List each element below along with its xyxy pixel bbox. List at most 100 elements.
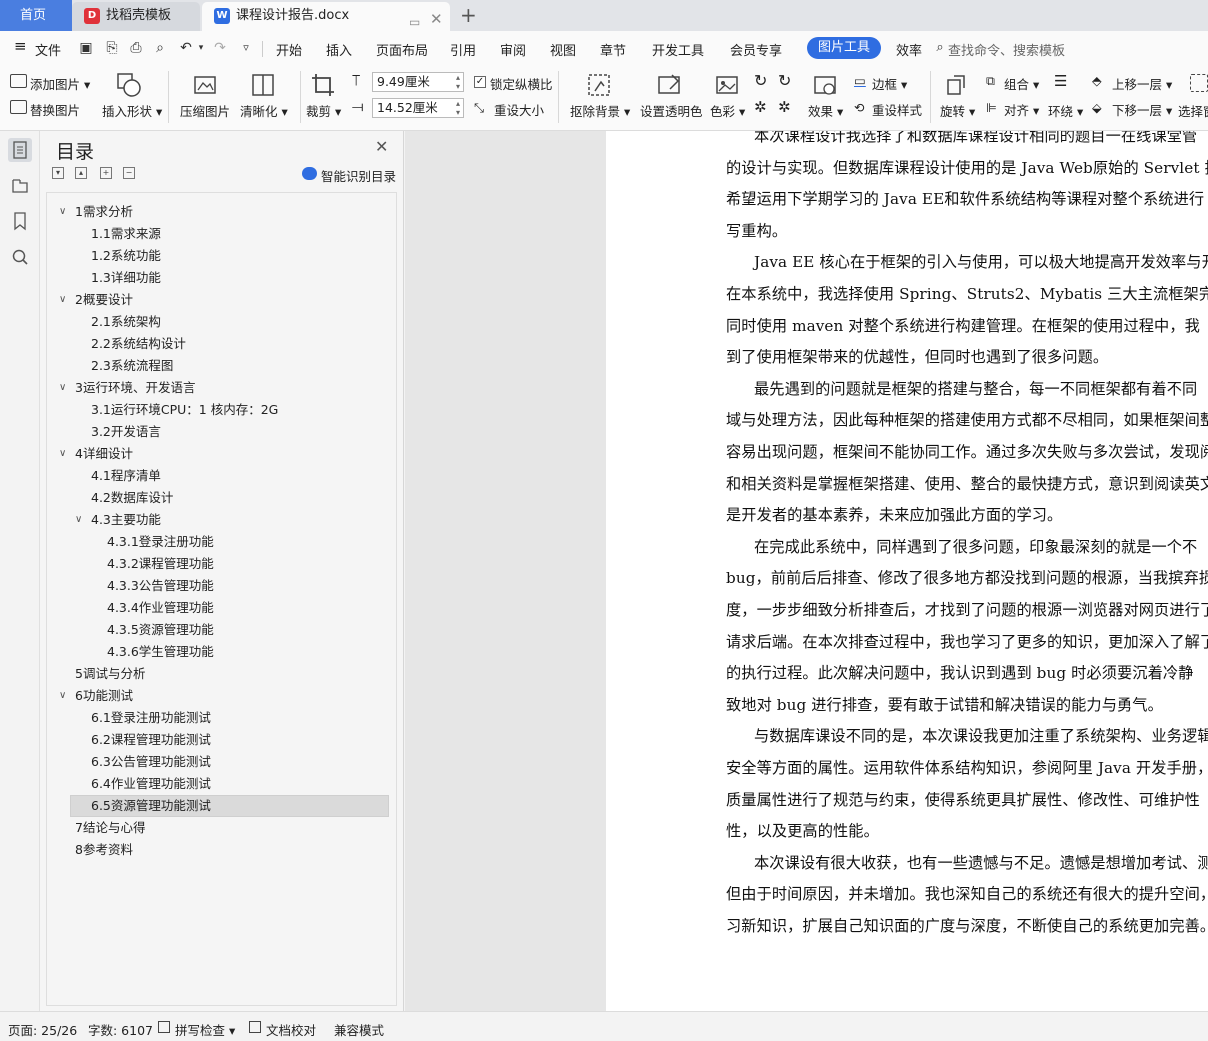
lock-ratio-checkbox[interactable]: ✓ (474, 76, 486, 88)
menu-insert[interactable]: 插入 (326, 40, 352, 59)
wrap-text-button[interactable]: 环绕 ▾ (1048, 101, 1083, 120)
page-indicator[interactable]: 页面: 25/26 (8, 1020, 77, 1039)
new-tab-button[interactable]: + (460, 2, 477, 28)
menu-references[interactable]: 引用 (450, 40, 476, 59)
set-transparent-button[interactable]: 设置透明色 (640, 101, 703, 120)
print-preview-icon[interactable]: ⌕ (152, 40, 168, 56)
send-backward-button[interactable]: 下移一层 ▾ (1112, 100, 1172, 119)
toc-item[interactable]: 6.5资源管理功能测试 (47, 795, 396, 817)
toc-item[interactable]: 6.1登录注册功能测试 (47, 707, 396, 729)
toc-item[interactable]: 7结论与心得 (47, 817, 396, 839)
toc-item[interactable]: 1.2系统功能 (47, 245, 396, 267)
picture-width-input[interactable]: 14.52厘米 ▴ ▾ (372, 98, 464, 118)
chevron-down-icon[interactable]: ∨ (59, 289, 66, 311)
toc-item[interactable]: 4.3.3公告管理功能 (47, 575, 396, 597)
toc-item[interactable]: ∨ 2概要设计 (47, 289, 396, 311)
width-spin-icon[interactable]: ▴ ▾ (456, 99, 460, 117)
toc-item[interactable]: ∨ 4详细设计 (47, 443, 396, 465)
replace-picture-button[interactable]: 替换图片 (30, 100, 80, 119)
toc-item[interactable]: ∨ 3运行环境、开发语言 (47, 377, 396, 399)
brightness-up-icon[interactable]: ✲ (754, 98, 767, 116)
chevron-down-icon[interactable]: ∨ (59, 443, 66, 465)
add-picture-button[interactable]: 添加图片 ▾ (30, 74, 90, 93)
chevron-down-icon[interactable]: ∨ (59, 201, 66, 223)
smart-toc-button[interactable]: 智能识别目录 (302, 166, 396, 185)
tab-document[interactable]: W 课程设计报告.docx ▭ ✕ (202, 2, 450, 31)
chapter-nav-button[interactable] (8, 173, 32, 197)
toc-item[interactable]: 4.3.6学生管理功能 (47, 641, 396, 663)
toc-item[interactable]: 6.4作业管理功能测试 (47, 773, 396, 795)
crop-button[interactable]: 裁剪 ▾ (306, 101, 341, 120)
rotate-button[interactable]: 旋转 ▾ (940, 101, 975, 120)
selection-pane-button[interactable]: 选择窗 (1178, 101, 1208, 120)
close-tab-icon[interactable]: ✕ (430, 6, 443, 33)
rotate-left-icon[interactable]: ↻ (754, 71, 767, 90)
toc-item[interactable]: 3.2开发语言 (47, 421, 396, 443)
customize-qat-icon[interactable]: ▿ (238, 40, 254, 56)
toc-item[interactable]: 6.2课程管理功能测试 (47, 729, 396, 751)
toc-item[interactable]: ∨ 1需求分析 (47, 201, 396, 223)
chevron-down-icon[interactable]: ∨ (59, 377, 66, 399)
toc-item[interactable]: 1.3详细功能 (47, 267, 396, 289)
find-button[interactable] (8, 245, 32, 269)
save-icon[interactable]: ▣ (78, 40, 94, 56)
toc-item[interactable]: 5调试与分析 (47, 663, 396, 685)
picture-height-input[interactable]: 9.49厘米 ▴ ▾ (372, 72, 464, 92)
sharpen-button[interactable]: 清晰化 ▾ (240, 101, 288, 120)
menu-efficiency[interactable]: 效率 (896, 40, 922, 59)
color-button[interactable]: 色彩 ▾ (710, 101, 745, 120)
spell-check-button[interactable]: 拼写检查 ▾ (175, 1020, 235, 1039)
menu-picture-tools[interactable]: 图片工具 (807, 37, 881, 59)
command-search[interactable]: 查找命令、搜索模板 (948, 40, 1065, 59)
toc-item[interactable]: 4.1程序清单 (47, 465, 396, 487)
toc-item[interactable]: 2.2系统结构设计 (47, 333, 396, 355)
height-spin-icon[interactable]: ▴ ▾ (456, 73, 460, 91)
print-icon[interactable]: ⎙ (128, 40, 144, 56)
bookmark-button[interactable] (8, 209, 32, 233)
reset-size-button[interactable]: 重设大小 (494, 100, 544, 119)
toc-item[interactable]: 4.3.5资源管理功能 (47, 619, 396, 641)
effects-button[interactable]: 效果 ▾ (808, 101, 843, 120)
menu-view[interactable]: 视图 (550, 40, 576, 59)
insert-shape-button[interactable]: 插入形状 ▾ (102, 101, 162, 120)
collapse-all-icon[interactable]: ▾ (52, 167, 64, 179)
redo-icon[interactable]: ↷ (212, 40, 228, 56)
toc-item[interactable]: 4.2数据库设计 (47, 487, 396, 509)
rotate-right-icon[interactable]: ↻ (778, 71, 791, 90)
toc-item[interactable]: 2.3系统流程图 (47, 355, 396, 377)
border-button[interactable]: 边框 ▾ (872, 74, 907, 93)
toc-item[interactable]: 2.1系统架构 (47, 311, 396, 333)
toc-item[interactable]: 4.3.4作业管理功能 (47, 597, 396, 619)
compress-picture-button[interactable]: 压缩图片 (180, 101, 230, 120)
toc-item[interactable]: 6.3公告管理功能测试 (47, 751, 396, 773)
menu-start[interactable]: 开始 (276, 40, 302, 59)
export-pdf-icon[interactable]: ⎘ (104, 40, 120, 56)
undo-icon[interactable]: ↶ (178, 40, 194, 56)
bring-forward-button[interactable]: 上移一层 ▾ (1112, 74, 1172, 93)
align-button[interactable]: 对齐 ▾ (1004, 100, 1039, 119)
menu-chapter[interactable]: 章节 (600, 40, 626, 59)
toc-panel-button[interactable] (8, 138, 32, 162)
group-button[interactable]: 组合 ▾ (1004, 74, 1039, 93)
close-icon[interactable]: ✕ (375, 137, 388, 156)
toc-item[interactable]: ∨ 6功能测试 (47, 685, 396, 707)
tab-templates[interactable]: D 找稻壳模板 (72, 2, 200, 31)
remove-background-button[interactable]: 抠除背景 ▾ (570, 101, 630, 120)
menu-file[interactable]: 文件 (35, 40, 61, 59)
toc-item[interactable]: 4.3.2课程管理功能 (47, 553, 396, 575)
doc-proof-button[interactable]: 文档校对 (266, 1020, 316, 1039)
remove-heading-icon[interactable]: − (123, 167, 135, 179)
word-count[interactable]: 字数: 6107 (88, 1020, 153, 1039)
menu-dev-tools[interactable]: 开发工具 (652, 40, 704, 59)
menu-member[interactable]: 会员专享 (730, 40, 782, 59)
chevron-down-icon[interactable]: ∨ (59, 685, 66, 707)
toc-item[interactable]: 8参考资料 (47, 839, 396, 861)
hamburger-icon[interactable]: ≡ (14, 37, 27, 55)
toc-item[interactable]: 1.1需求来源 (47, 223, 396, 245)
menu-review[interactable]: 审阅 (500, 40, 526, 59)
expand-all-icon[interactable]: ▴ (75, 167, 87, 179)
undo-dropdown-icon[interactable]: ▾ (193, 40, 209, 56)
contrast-icon[interactable]: ✲ (778, 98, 791, 116)
toc-item[interactable]: ∨ 4.3主要功能 (47, 509, 396, 531)
toc-item[interactable]: 3.1运行环境CPU：1 核内存：2G (47, 399, 396, 421)
